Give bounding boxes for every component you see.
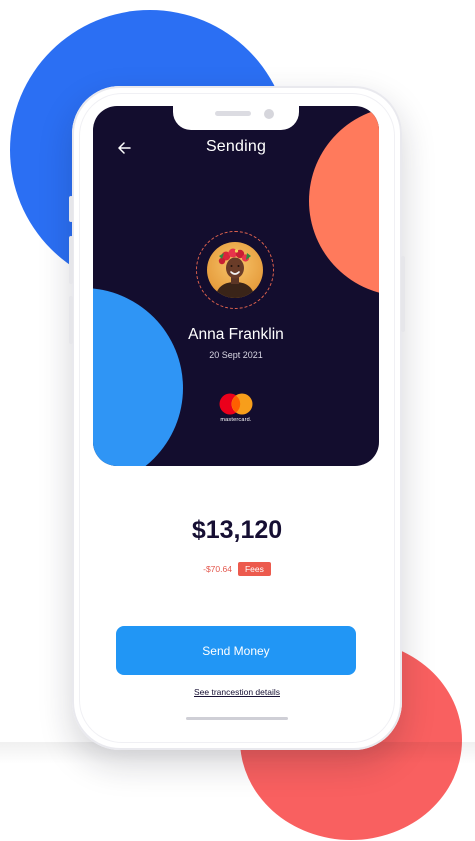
power-button	[401, 256, 405, 332]
avatar	[207, 242, 263, 298]
mute-switch	[69, 196, 73, 222]
recipient-card: Sending Anna Franklin 20 Sept 2021 maste…	[93, 106, 379, 466]
card-decor-blue-circle	[93, 288, 183, 466]
home-indicator[interactable]	[186, 717, 288, 720]
transaction-details-link[interactable]: See trancestion details	[72, 687, 402, 697]
page-title: Sending	[205, 138, 267, 155]
fees-badge: Fees	[237, 562, 271, 576]
front-camera	[264, 109, 274, 119]
volume-down-button	[69, 296, 73, 344]
phone-notch	[173, 106, 299, 130]
speaker-grille	[215, 111, 251, 116]
send-money-button[interactable]: Send Money	[116, 626, 356, 675]
card-brand-label: mastercard.	[220, 417, 252, 423]
volume-up-button	[69, 236, 73, 284]
transfer-date: 20 Sept 2021	[209, 350, 263, 360]
recipient-name: Anna Franklin	[188, 326, 284, 343]
card-decor-orange-circle	[309, 106, 379, 296]
fee-amount: -$70.64	[203, 564, 232, 574]
fee-row: -$70.64 Fees	[72, 561, 402, 577]
transfer-amount: $13,120	[191, 516, 283, 544]
